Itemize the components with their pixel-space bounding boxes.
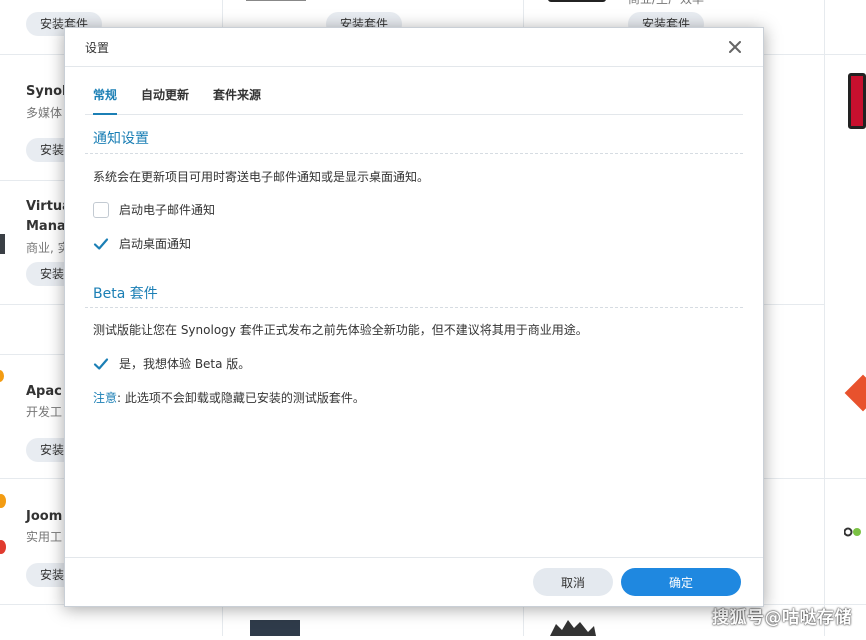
dialog-title: 设置: [85, 41, 110, 55]
close-icon[interactable]: [725, 37, 745, 57]
tab-auto-update[interactable]: 自动更新: [141, 86, 189, 113]
tab-general[interactable]: 常规: [93, 86, 118, 115]
checkmark-icon: [93, 357, 109, 370]
section-divider: [85, 153, 743, 154]
package-icon: [548, 0, 606, 2]
grid-divider: [764, 478, 866, 479]
package-icon: [548, 618, 598, 636]
package-category: 实用工: [26, 530, 63, 544]
package-icon: [250, 620, 300, 636]
note-text: : 此选项不会卸载或隐藏已安装的测试版套件。: [117, 391, 365, 405]
package-icon: [246, 0, 306, 1]
beta-note: 注意: 此选项不会卸载或隐藏已安装的测试版套件。: [93, 389, 365, 406]
settings-tabs: 常规 自动更新 套件来源: [85, 86, 743, 115]
package-icon: [0, 370, 4, 382]
cancel-button[interactable]: 取消: [533, 568, 613, 596]
beta-section-title: Beta 套件: [93, 286, 158, 302]
notify-section-title: 通知设置: [93, 131, 149, 147]
package-icon: [0, 234, 5, 254]
package-name: Joom: [26, 509, 63, 524]
grid-divider: [764, 304, 824, 305]
package-name: Synol: [26, 84, 67, 99]
package-icon: [0, 494, 6, 508]
desktop-notification-checkbox[interactable]: [93, 235, 109, 252]
grid-divider: [0, 354, 64, 355]
checkmark-icon: [93, 237, 109, 250]
email-notification-label: 启动电子邮件通知: [119, 203, 216, 217]
ok-button[interactable]: 确定: [621, 568, 741, 596]
section-divider: [85, 307, 743, 308]
beta-opt-in-checkbox[interactable]: [93, 355, 109, 372]
note-label: 注意: [93, 391, 118, 405]
video-station-icon: [848, 73, 866, 129]
tab-package-sources[interactable]: 套件来源: [213, 86, 261, 113]
email-notification-checkbox[interactable]: [93, 201, 109, 218]
grid-divider: [0, 478, 64, 479]
desktop-notification-label: 启动桌面通知: [119, 237, 192, 251]
dialog-header: 设置: [65, 28, 763, 67]
email-notification-option[interactable]: 启动电子邮件通知: [93, 201, 215, 218]
package-icon: [843, 522, 866, 537]
package-icon: [0, 540, 6, 554]
dialog-footer: 取消 确定: [65, 557, 763, 606]
beta-opt-in-label: 是，我想体验 Beta 版。: [119, 357, 251, 371]
package-name: Apac: [26, 384, 62, 399]
package-category: 开发工: [26, 405, 63, 419]
beta-opt-in-option[interactable]: 是，我想体验 Beta 版。: [93, 355, 250, 372]
settings-dialog: 设置 常规 自动更新 套件来源 通知设置 系统会在更新项目可用时寄送电子邮件通知…: [64, 27, 764, 607]
grid-divider: [0, 304, 64, 305]
package-name: Mana: [26, 219, 66, 234]
notify-description: 系统会在更新项目可用时寄送电子邮件通知或是显示桌面通知。: [93, 170, 430, 184]
package-icon: [844, 374, 866, 412]
desktop-notification-option[interactable]: 启动桌面通知: [93, 235, 191, 252]
package-category: 商业/生产效率: [628, 0, 704, 8]
grid-divider: [0, 180, 64, 181]
beta-description: 测试版能让您在 Synology 套件正式发布之前先体验全新功能，但不建议将其用…: [93, 323, 588, 337]
package-category: 多媒体: [26, 106, 63, 120]
grid-divider: [824, 0, 825, 636]
